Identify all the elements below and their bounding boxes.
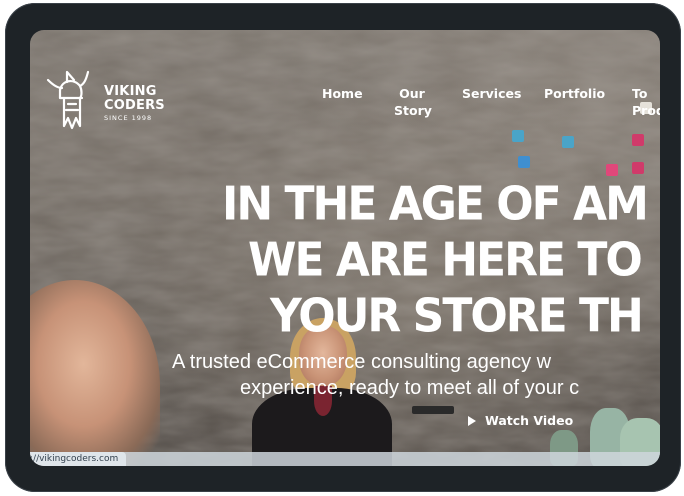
watch-video-label: Watch Video	[485, 413, 574, 428]
tablet-frame: VIKING CODERS SINCE 1998 Home Our Story …	[5, 3, 681, 492]
brand-since: SINCE 1998	[104, 114, 153, 122]
nav-portfolio[interactable]: Portfolio	[544, 85, 605, 102]
hero-subtitle-line-2: experience, ready to meet all of your c	[240, 377, 580, 399]
nav-services[interactable]: Services	[462, 85, 521, 102]
wall-note	[606, 164, 618, 176]
wall-note	[562, 136, 574, 148]
phone-on-table	[412, 406, 454, 414]
viking-helmet-icon	[46, 70, 90, 130]
nav-top-products[interactable]: To Prod	[632, 85, 660, 119]
nav-home[interactable]: Home	[322, 85, 363, 102]
brand-name-line2: CODERS	[104, 98, 165, 113]
hero-subtitle-line-1: A trusted eCommerce consulting agency w	[172, 351, 552, 373]
hero-headline-line-3: YOUR STORE TH	[270, 289, 644, 344]
wall-note	[632, 162, 644, 174]
brand-logo[interactable]: VIKING CODERS SINCE 1998	[44, 68, 174, 132]
brand-name: VIKING CODERS	[104, 85, 165, 113]
wall-note	[632, 134, 644, 146]
hero-headline-line-2: WE ARE HERE TO	[248, 233, 643, 288]
nav-our-story[interactable]: Our Story	[394, 85, 432, 119]
wall-note	[518, 156, 530, 168]
wall-note	[512, 130, 524, 142]
status-url: ://vikingcoders.com	[30, 452, 127, 466]
browser-status-bar: ://vikingcoders.com	[30, 452, 660, 466]
hero-headline-line-1: IN THE AGE OF AM	[222, 177, 649, 232]
play-icon	[468, 415, 476, 426]
watch-video-button[interactable]: Watch Video	[468, 413, 573, 428]
browser-viewport: VIKING CODERS SINCE 1998 Home Our Story …	[30, 30, 660, 466]
brand-name-line1: VIKING	[104, 84, 157, 99]
